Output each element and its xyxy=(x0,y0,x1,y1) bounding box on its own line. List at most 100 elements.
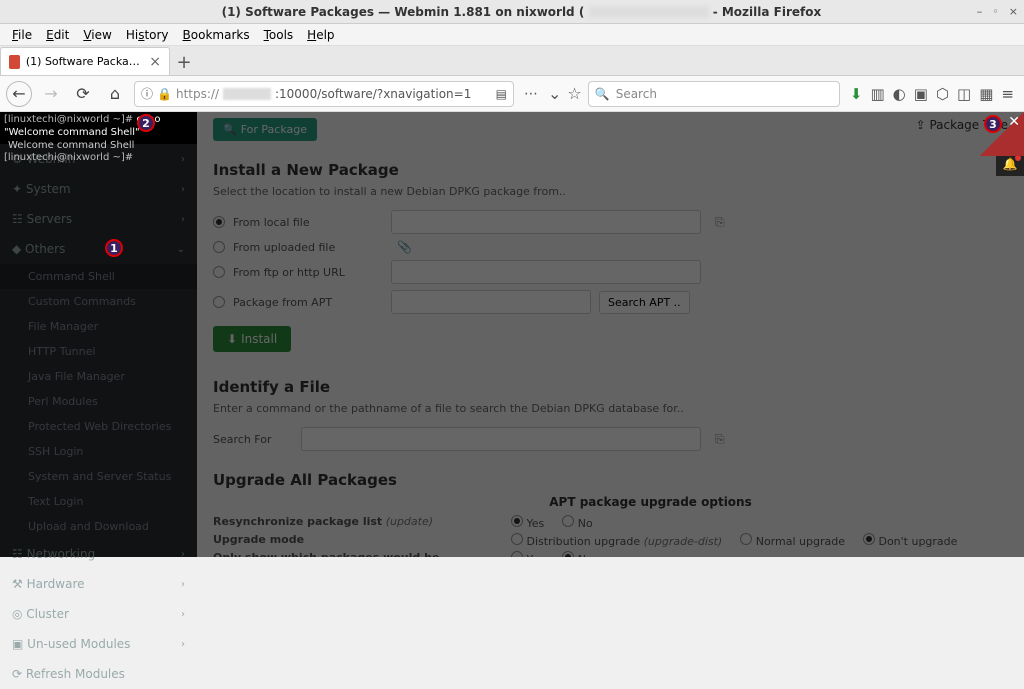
radio-normal-upgrade[interactable] xyxy=(740,533,752,545)
ext2-icon[interactable]: ⬡ xyxy=(936,85,949,103)
ext4-icon[interactable]: ▦ xyxy=(979,85,993,103)
sidebar-section-networking[interactable]: ☷ Networking› xyxy=(0,539,197,569)
label-from-local: From local file xyxy=(233,216,383,229)
lock-icon: 🔒 xyxy=(157,87,172,101)
menu-tools[interactable]: Tools xyxy=(258,26,300,44)
menu-view[interactable]: View xyxy=(77,26,117,44)
hamburger-icon[interactable]: ≡ xyxy=(1001,85,1014,103)
identify-file-sub: Enter a command or the pathname of a fil… xyxy=(213,402,1008,415)
sidebar-item-text-login[interactable]: Text Login xyxy=(0,489,197,514)
label-resync: Resynchronize package list xyxy=(213,515,382,528)
sidebar-section-cluster[interactable]: ◎ Cluster› xyxy=(0,599,197,629)
radio-from-uploaded[interactable] xyxy=(213,241,225,253)
new-tab-button[interactable]: + xyxy=(170,49,198,75)
sidebar: [linuxtechi@nixworld ~]# echo "Welcome c… xyxy=(0,112,197,557)
sidebar-section-system[interactable]: ✦ System› xyxy=(0,174,197,204)
sidebar-refresh-modules[interactable]: ⟳ Refresh Modules xyxy=(0,659,197,689)
identity-icon[interactable]: ⓘ xyxy=(141,85,153,102)
home-button[interactable]: ⌂ xyxy=(102,81,128,107)
download-icon[interactable]: ⬇ xyxy=(850,85,863,103)
back-button[interactable]: ← xyxy=(6,81,32,107)
menu-edit[interactable]: Edit xyxy=(40,26,75,44)
radio-dist-upgrade[interactable] xyxy=(511,533,523,545)
menu-file[interactable]: File xyxy=(6,26,38,44)
install-button[interactable]: ⬇ Install xyxy=(213,326,291,352)
url-bar[interactable]: ⓘ 🔒 https:// :10000/software/?xnavigatio… xyxy=(134,81,514,107)
label-from-url: From ftp or http URL xyxy=(233,266,383,279)
reload-button[interactable]: ⟳ xyxy=(70,81,96,107)
label-search-for: Search For xyxy=(213,433,293,446)
sidebar-item-file-manager[interactable]: File Manager xyxy=(0,314,197,339)
window-title-suffix: - Mozilla Firefox xyxy=(713,5,822,19)
toolbar-right: ⬇ ▥ ◐ ▣ ⬡ ◫ ▦ ≡ xyxy=(846,85,1018,103)
toolbar: ← → ⟳ ⌂ ⓘ 🔒 https:// :10000/software/?xn… xyxy=(0,76,1024,112)
browser-tab[interactable]: (1) Software Packages — W × xyxy=(0,47,170,75)
sidebar-item-system-server-status[interactable]: System and Server Status xyxy=(0,464,197,489)
radio-resync-no[interactable] xyxy=(562,515,574,527)
input-local-file[interactable] xyxy=(391,210,701,234)
reader-mode-icon[interactable]: ▤ xyxy=(496,87,507,101)
tab-close-icon[interactable]: × xyxy=(149,54,161,70)
search-for-package-button[interactable]: 🔍 For Package xyxy=(213,118,317,141)
url-path: :10000/software/?xnavigation=1 xyxy=(275,87,471,101)
sidebar-item-protected-web-dirs[interactable]: Protected Web Directories xyxy=(0,414,197,439)
ext3-icon[interactable]: ◫ xyxy=(957,85,971,103)
sidebar-section-unused-modules[interactable]: ▣ Un-used Modules› xyxy=(0,629,197,659)
ext1-icon[interactable]: ◐ xyxy=(893,85,906,103)
tab-favicon-icon xyxy=(9,55,20,69)
radio-resync-yes[interactable] xyxy=(511,515,523,527)
sidebar-item-command-shell[interactable]: Command Shell xyxy=(0,264,197,289)
sidebar-section-servers[interactable]: ☷ Servers› xyxy=(0,204,197,234)
sidebar-toggle-icon[interactable]: ▣ xyxy=(914,85,928,103)
sidebar-item-ssh-login[interactable]: SSH Login xyxy=(0,439,197,464)
label-upgrade-mode: Upgrade mode xyxy=(213,533,304,546)
sidebar-item-java-file-manager[interactable]: Java File Manager xyxy=(0,364,197,389)
window-maximize-icon[interactable]: ◦ xyxy=(992,5,999,18)
sidebar-item-upload-download[interactable]: Upload and Download xyxy=(0,514,197,539)
search-apt-button[interactable]: Search APT .. xyxy=(599,291,690,314)
input-search-for[interactable] xyxy=(301,427,701,451)
sidebar-section-others[interactable]: ◆ Others⌄ xyxy=(0,234,197,264)
label-from-uploaded: From uploaded file xyxy=(233,241,383,254)
sidebar-item-custom-commands[interactable]: Custom Commands xyxy=(0,289,197,314)
annotation-2: 2 xyxy=(137,114,155,132)
command-shell-terminal[interactable]: [linuxtechi@nixworld ~]# echo "Welcome c… xyxy=(0,112,197,144)
menu-bookmarks[interactable]: Bookmarks xyxy=(177,26,256,44)
input-url[interactable] xyxy=(391,260,701,284)
sidebar-section-hardware[interactable]: ⚒ Hardware› xyxy=(0,569,197,599)
main-content: ✕ 🔔 🔍 For Package ⇪ Package Tree Install… xyxy=(197,112,1024,557)
install-package-title: Install a New Package xyxy=(213,161,1008,179)
browse-local-icon[interactable]: ⎘ xyxy=(709,215,731,230)
menu-help[interactable]: Help xyxy=(301,26,340,44)
radio-from-apt[interactable] xyxy=(213,296,225,308)
search-for-browse-icon[interactable]: ⎘ xyxy=(709,432,731,447)
library-icon[interactable]: ▥ xyxy=(870,85,884,103)
menu-history[interactable]: History xyxy=(120,26,175,44)
bookmark-star-icon[interactable]: ☆ xyxy=(567,84,581,103)
install-package-sub: Select the location to install a new Deb… xyxy=(213,185,1008,198)
sidebar-item-perl-modules[interactable]: Perl Modules xyxy=(0,389,197,414)
upgrade-title: Upgrade All Packages xyxy=(213,471,1008,489)
term-prompt-1: [linuxtechi@nixworld ~]# xyxy=(4,114,133,125)
close-icon: ✕ xyxy=(1008,114,1020,130)
attach-icon[interactable]: 📎 xyxy=(391,240,418,254)
term-output: Welcome command Shell xyxy=(4,140,193,152)
search-box[interactable]: 🔍 Search xyxy=(588,81,840,107)
tab-title: (1) Software Packages — W xyxy=(26,55,143,68)
sidebar-item-http-tunnel[interactable]: HTTP Tunnel xyxy=(0,339,197,364)
page-actions-icon[interactable]: ⋯ xyxy=(520,86,542,102)
identify-file-title: Identify a File xyxy=(213,378,1008,396)
radio-from-local[interactable] xyxy=(213,216,225,228)
search-placeholder: Search xyxy=(616,87,657,101)
input-apt[interactable] xyxy=(391,290,591,314)
firefox-menubar: File Edit View History Bookmarks Tools H… xyxy=(0,24,1024,46)
window-close-icon[interactable]: × xyxy=(1009,5,1018,18)
radio-from-url[interactable] xyxy=(213,266,225,278)
save-pocket-icon[interactable]: ⌄ xyxy=(548,84,561,103)
radio-only-no[interactable] xyxy=(562,551,574,557)
webmin-app: [linuxtechi@nixworld ~]# echo "Welcome c… xyxy=(0,112,1024,557)
radio-only-yes[interactable] xyxy=(511,551,523,557)
radio-dont-upgrade[interactable] xyxy=(863,533,875,545)
window-minimize-icon[interactable]: – xyxy=(977,5,983,18)
forward-button: → xyxy=(38,81,64,107)
